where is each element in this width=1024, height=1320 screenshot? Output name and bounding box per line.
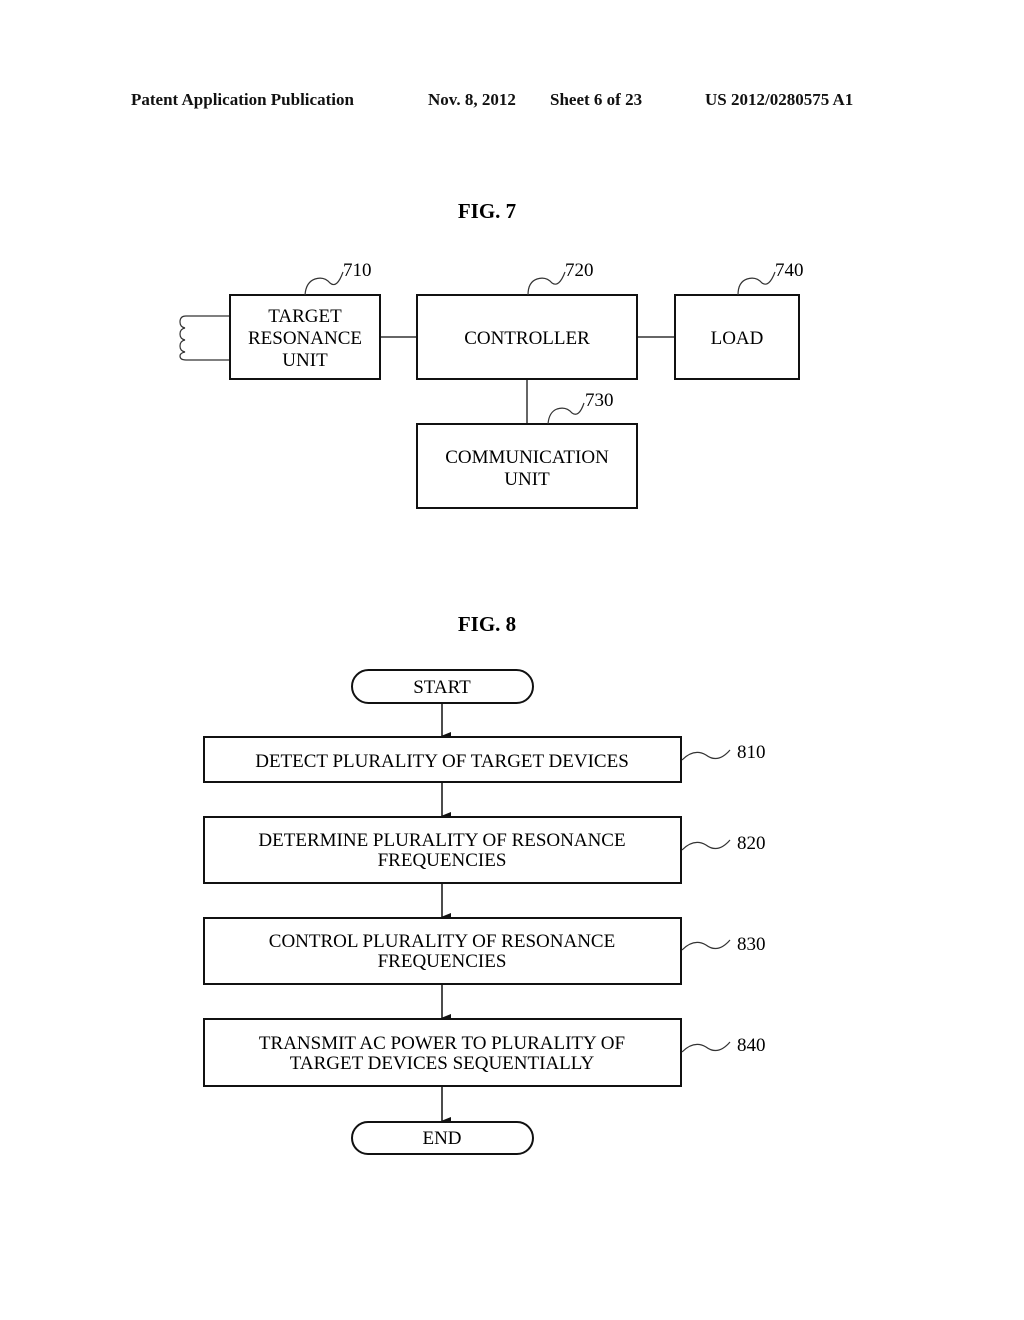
step-label-line: FREQUENCIES <box>378 850 507 871</box>
leader-line-720 <box>527 271 566 296</box>
load-block: LOAD <box>674 294 800 380</box>
ref-730: 730 <box>585 390 614 411</box>
step-label-line: DETECT PLURALITY OF TARGET DEVICES <box>255 751 629 772</box>
ref-810: 810 <box>737 742 766 763</box>
start-label: START <box>413 677 471 698</box>
leader-line-740 <box>737 271 776 296</box>
controller-block: CONTROLLER <box>416 294 638 380</box>
communication-unit-block: COMMUNICATION UNIT <box>416 423 638 509</box>
ref-710: 710 <box>343 260 372 281</box>
ref-840: 840 <box>737 1035 766 1056</box>
ref-820: 820 <box>737 833 766 854</box>
flow-step-840: TRANSMIT AC POWER TO PLURALITY OF TARGET… <box>203 1018 682 1087</box>
fig7-title: FIG. 7 <box>458 199 516 223</box>
block-label-line: TARGET <box>268 306 342 327</box>
figures-canvas: FIG. 7 TARGET RESONANCE UNIT 710 CONTROL… <box>179 199 804 1155</box>
ref-830: 830 <box>737 934 766 955</box>
step-label-line: TRANSMIT AC POWER TO PLURALITY OF <box>259 1033 625 1054</box>
start-terminal: START <box>351 669 534 704</box>
block-label-line: RESONANCE <box>248 328 362 349</box>
leader-line-710 <box>304 271 344 296</box>
block-label-line: LOAD <box>711 328 764 349</box>
flow-step-810: DETECT PLURALITY OF TARGET DEVICES <box>203 736 682 783</box>
ref-720: 720 <box>565 260 594 281</box>
flow-step-830: CONTROL PLURALITY OF RESONANCE FREQUENCI… <box>203 917 682 985</box>
ref-740: 740 <box>775 260 804 281</box>
leader-line-810 <box>681 749 731 761</box>
leader-line-730 <box>547 402 585 425</box>
leader-line-830 <box>681 939 731 951</box>
fig8-title: FIG. 8 <box>458 612 516 636</box>
coil-icon <box>179 315 230 361</box>
leader-line-820 <box>681 839 731 851</box>
block-label-line: CONTROLLER <box>464 328 590 349</box>
step-label-line: DETERMINE PLURALITY OF RESONANCE <box>258 830 625 851</box>
end-label: END <box>422 1128 461 1149</box>
end-terminal: END <box>351 1121 534 1155</box>
step-label-line: TARGET DEVICES SEQUENTIALLY <box>290 1053 595 1074</box>
leader-line-840 <box>681 1041 731 1053</box>
block-label-line: UNIT <box>282 350 328 371</box>
step-label-line: FREQUENCIES <box>378 951 507 972</box>
block-label-line: COMMUNICATION <box>445 447 609 468</box>
step-label-line: CONTROL PLURALITY OF RESONANCE <box>269 931 615 952</box>
target-resonance-unit-block: TARGET RESONANCE UNIT <box>229 294 381 380</box>
flow-step-820: DETERMINE PLURALITY OF RESONANCE FREQUEN… <box>203 816 682 884</box>
block-label-line: UNIT <box>504 469 550 490</box>
